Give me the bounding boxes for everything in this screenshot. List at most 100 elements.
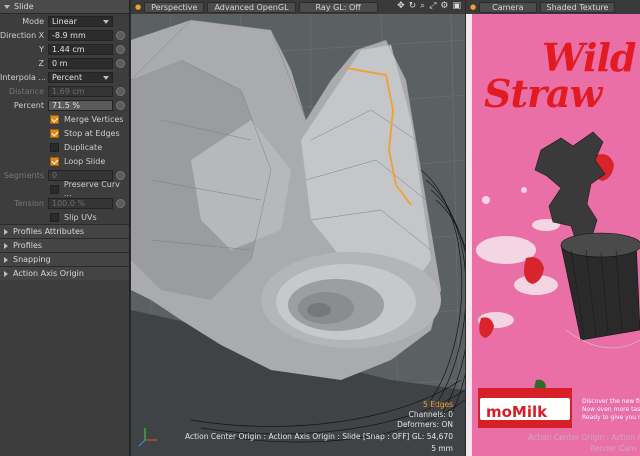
- settings-gear-icon[interactable]: ⚙: [440, 1, 448, 11]
- section-profiles-attributes[interactable]: Profiles Attributes: [0, 224, 129, 238]
- channel-link-icon[interactable]: [116, 170, 125, 180]
- promo-text: Discover the new fi Now even more tast R…: [582, 398, 640, 422]
- grid-scale: 5 mm: [431, 444, 453, 453]
- selection-count: 5 Edges: [423, 400, 453, 409]
- viewport-nav-icons: ✥ ↻ ⌕ ⤢ ⚙ ▣: [397, 1, 461, 11]
- distance-label: Distance: [9, 86, 44, 96]
- tension-row: Tension 100.0 %: [0, 196, 129, 210]
- maximize-icon[interactable]: ▣: [452, 1, 461, 11]
- slip-uvs-label: Slip UVs: [64, 212, 97, 222]
- checkbox-unchecked-icon[interactable]: [50, 184, 59, 194]
- percent-field[interactable]: 71.5 %: [48, 99, 113, 111]
- tool-properties-panel: Slide Mode Linear Direction X -8.9 mm Y …: [0, 0, 130, 456]
- product-title: Wild Straw: [484, 39, 636, 116]
- collapsed-triangle-icon: [4, 256, 8, 263]
- rotate-icon[interactable]: ↻: [409, 1, 417, 11]
- camera-status-line: Action Center Origin : Action A: [528, 433, 640, 442]
- promo-line: Now even more tast: [582, 406, 640, 413]
- section-action-axis-origin[interactable]: Action Axis Origin: [0, 266, 129, 280]
- mesh-render: [131, 13, 465, 456]
- direction-z-row: Z 0 m: [0, 56, 129, 70]
- tension-field[interactable]: 100.0 %: [48, 197, 113, 209]
- move-icon[interactable]: ✥: [397, 1, 405, 11]
- raygl-button[interactable]: Ray GL: Off: [298, 1, 378, 13]
- checkbox-checked-icon[interactable]: [50, 114, 59, 124]
- distance-field[interactable]: 1.69 cm: [48, 85, 113, 97]
- merge-vertices-label: Merge Vertices: [64, 114, 124, 124]
- slide-panel-header[interactable]: Slide: [0, 0, 129, 14]
- stop-at-edges-checkbox[interactable]: Stop at Edges: [0, 126, 129, 140]
- panel-title: Slide: [14, 2, 34, 11]
- section-label: Profiles: [13, 241, 43, 250]
- loop-slide-checkbox[interactable]: Loop Slide: [0, 154, 129, 168]
- section-profiles[interactable]: Profiles: [0, 238, 129, 252]
- channel-link-icon[interactable]: [116, 86, 125, 96]
- merge-vertices-checkbox[interactable]: Merge Vertices: [0, 112, 129, 126]
- direction-x-field[interactable]: -8.9 mm: [48, 29, 113, 41]
- direction-y-label: Y: [39, 44, 44, 54]
- deformers-readout: Deformers: ON: [397, 420, 453, 429]
- status-line: Action Center Origin : Action Axis Origi…: [184, 432, 453, 441]
- tension-label: Tension: [14, 198, 44, 208]
- fit-icon[interactable]: ⤢: [429, 1, 436, 11]
- segments-label: Segments: [3, 170, 44, 180]
- direction-x-label: Direction X: [0, 30, 45, 40]
- channel-link-icon[interactable]: [116, 100, 125, 110]
- viewport-menu-icon[interactable]: ●: [135, 3, 141, 11]
- section-label: Profiles Attributes: [13, 227, 85, 236]
- duplicate-label: Duplicate: [64, 142, 103, 152]
- section-snapping[interactable]: Snapping: [0, 252, 129, 266]
- channel-link-icon[interactable]: [116, 198, 125, 208]
- interpolation-dropdown[interactable]: Percent: [48, 71, 113, 83]
- viewport-menu-icon[interactable]: ●: [470, 3, 476, 11]
- duplicate-checkbox[interactable]: Duplicate: [0, 140, 129, 154]
- camera-toolbar: ● Camera Shaded Texture: [466, 0, 640, 14]
- brand-name: moMilk: [486, 403, 548, 421]
- channel-link-icon[interactable]: [116, 44, 125, 54]
- stop-at-edges-label: Stop at Edges: [64, 128, 120, 138]
- interpolation-label: Interpola ...: [0, 72, 47, 82]
- shaded-texture-button[interactable]: Shaded Texture: [539, 1, 616, 13]
- promo-line: Discover the new fi: [582, 398, 640, 405]
- promo-line: Ready to give you m: [582, 414, 640, 421]
- checkbox-checked-icon[interactable]: [50, 156, 59, 166]
- direction-z-field[interactable]: 0 m: [48, 57, 113, 69]
- zoom-icon[interactable]: ⌕: [420, 1, 425, 11]
- advanced-opengl-button[interactable]: Advanced OpenGL: [207, 1, 296, 13]
- collapsed-triangle-icon: [4, 270, 8, 277]
- section-label: Action Axis Origin: [13, 269, 84, 278]
- collapsed-triangle-icon: [4, 242, 8, 249]
- mode-label: Mode: [22, 16, 44, 26]
- collapsed-triangle-icon: [4, 228, 8, 235]
- render-camera-label: Render Cam: [590, 444, 637, 453]
- checkbox-unchecked-icon[interactable]: [50, 142, 59, 152]
- camera-viewport[interactable]: ● Camera Shaded Texture Wild Straw moMil…: [466, 0, 640, 456]
- perspective-viewport[interactable]: ● Perspective Advanced OpenGL Ray GL: Of…: [131, 0, 465, 456]
- channel-link-icon[interactable]: [116, 30, 125, 40]
- direction-y-row: Y 1.44 cm: [0, 42, 129, 56]
- expand-triangle-icon: [4, 4, 10, 9]
- loop-slide-label: Loop Slide: [64, 156, 106, 166]
- direction-y-field[interactable]: 1.44 cm: [48, 43, 113, 55]
- checkbox-unchecked-icon[interactable]: [50, 212, 59, 222]
- percent-row: Percent 71.5 %: [0, 98, 129, 112]
- channels-readout: Channels: 0: [408, 410, 453, 419]
- interpolation-row: Interpola ... Percent: [0, 70, 129, 84]
- checkbox-checked-icon[interactable]: [50, 128, 59, 138]
- direction-z-label: Z: [38, 58, 44, 68]
- distance-row: Distance 1.69 cm: [0, 84, 129, 98]
- perspective-button[interactable]: Perspective: [144, 1, 205, 13]
- camera-button[interactable]: Camera: [479, 1, 537, 13]
- segments-row: Segments 0: [0, 168, 129, 182]
- preserve-curvature-checkbox[interactable]: Preserve Curv ...: [0, 180, 129, 198]
- mode-dropdown[interactable]: Linear: [48, 15, 113, 27]
- direction-x-row: Direction X -8.9 mm: [0, 28, 129, 42]
- viewport-toolbar: ● Perspective Advanced OpenGL Ray GL: Of…: [131, 0, 465, 14]
- segments-field[interactable]: 0: [48, 169, 113, 181]
- mode-row: Mode Linear: [0, 14, 129, 28]
- product-title-line: Straw: [484, 71, 602, 116]
- section-label: Snapping: [13, 255, 51, 264]
- slip-uvs-checkbox[interactable]: Slip UVs: [0, 210, 129, 224]
- channel-link-icon[interactable]: [116, 58, 125, 68]
- percent-label: Percent: [13, 100, 44, 110]
